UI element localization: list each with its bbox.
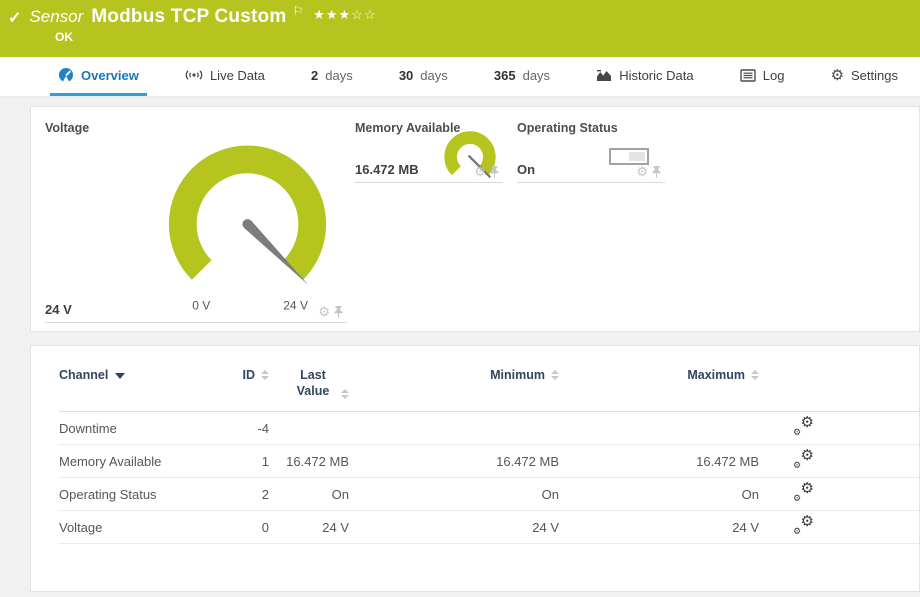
tab-overview-label: Overview: [81, 68, 139, 83]
tab-2-days-word: days: [325, 68, 352, 83]
tab-live-data[interactable]: Live Data: [177, 57, 273, 96]
object-kind-label: Sensor: [29, 7, 83, 27]
sort-icon: [261, 370, 269, 380]
cell-channel: Downtime: [59, 421, 229, 436]
tab-historic-data[interactable]: Historic Data: [588, 57, 701, 96]
pin-icon[interactable]: [652, 166, 661, 178]
voltage-scale-max-label: 24 V: [283, 298, 308, 312]
table-row-downtime[interactable]: Downtime -4 ⚙⚙: [59, 412, 919, 445]
cell-channel: Memory Available: [59, 454, 229, 469]
table-row-voltage[interactable]: Voltage 0 24 V 24 V 24 V ⚙⚙: [59, 511, 919, 544]
tab-2-days[interactable]: 2 days: [303, 57, 361, 96]
historic-chart-icon: [596, 68, 612, 82]
cell-minimum: 24 V: [349, 520, 559, 535]
tab-settings-label: Settings: [851, 68, 898, 83]
flag-icon[interactable]: ⚐: [292, 4, 303, 18]
sensor-status-text: OK: [55, 30, 910, 44]
channel-table: Channel ID Last Value Minimum Maximum Do…: [59, 368, 919, 544]
cell-maximum: On: [559, 487, 759, 502]
table-row-operating-status[interactable]: Operating Status 2 On On On ⚙⚙: [59, 478, 919, 511]
cell-minimum: 16.472 MB: [349, 454, 559, 469]
gauge-icon: [58, 67, 74, 83]
cell-last-value: 16.472 MB: [269, 454, 349, 469]
column-header-id[interactable]: ID: [229, 368, 269, 382]
sort-desc-icon: [115, 373, 125, 379]
status-check-icon: ✓: [8, 8, 21, 28]
sort-icon: [751, 370, 759, 380]
operating-panel-title: Operating Status: [517, 121, 665, 135]
voltage-gauge: 0 V 24 V: [155, 127, 340, 313]
log-icon: [740, 69, 756, 82]
operating-status-switch: [609, 148, 649, 165]
tab-365-days[interactable]: 365 days: [486, 57, 558, 96]
sensor-title: Modbus TCP Custom: [91, 6, 286, 28]
channel-settings-icon[interactable]: ⚙⚙: [793, 484, 814, 502]
channel-settings-icon[interactable]: ⚙⚙: [793, 418, 814, 436]
cell-id: 2: [229, 487, 269, 502]
voltage-current-value: 24 V: [45, 302, 72, 317]
channel-table-header-row: Channel ID Last Value Minimum Maximum: [59, 368, 919, 412]
gauge-panel-voltage: Voltage 0 V 24 V 24 V ⚙: [45, 117, 347, 323]
sensor-tab-bar: Overview Live Data 2 days 30 days 365 da…: [0, 57, 920, 97]
cell-id: 1: [229, 454, 269, 469]
memory-current-value: 16.472 MB: [355, 162, 419, 177]
cell-minimum: On: [349, 487, 559, 502]
channel-gear-icon[interactable]: ⚙: [636, 165, 648, 178]
sort-icon: [341, 389, 349, 399]
tab-live-data-label: Live Data: [210, 68, 265, 83]
voltage-scale-min-label: 0 V: [192, 298, 210, 312]
tab-settings[interactable]: ⚙ Settings: [823, 57, 906, 96]
tab-365-days-word: days: [523, 68, 550, 83]
gauge-panel-operating-status: Operating Status On ⚙: [517, 117, 665, 183]
channel-table-card: Channel ID Last Value Minimum Maximum Do…: [30, 345, 920, 592]
tab-30-days-word: days: [420, 68, 447, 83]
cell-maximum: 24 V: [559, 520, 759, 535]
column-header-last-value[interactable]: Last Value: [269, 368, 349, 399]
priority-stars[interactable]: ★★★☆☆: [313, 7, 376, 23]
tab-2-days-number: 2: [311, 68, 318, 83]
sensor-status-header: ✓ Sensor Modbus TCP Custom ⚐ ★★★☆☆ OK: [0, 0, 920, 57]
channel-gear-icon[interactable]: ⚙: [474, 165, 486, 178]
channel-gear-icon[interactable]: ⚙: [318, 305, 330, 318]
tab-log-label: Log: [763, 68, 785, 83]
memory-gauge: [439, 128, 501, 188]
operating-current-value: On: [517, 162, 535, 177]
pin-icon[interactable]: [490, 166, 499, 178]
tab-overview[interactable]: Overview: [50, 57, 147, 96]
switch-knob: [629, 152, 645, 161]
tab-historic-data-label: Historic Data: [619, 68, 693, 83]
tab-30-days[interactable]: 30 days: [391, 57, 456, 96]
cell-last-value: 24 V: [269, 520, 349, 535]
tab-365-days-number: 365: [494, 68, 516, 83]
channel-settings-icon[interactable]: ⚙⚙: [793, 517, 814, 535]
channel-settings-icon[interactable]: ⚙⚙: [793, 451, 814, 469]
cell-maximum: 16.472 MB: [559, 454, 759, 469]
sort-icon: [551, 370, 559, 380]
pin-icon[interactable]: [334, 306, 343, 318]
column-header-channel[interactable]: Channel: [59, 368, 229, 382]
column-header-minimum[interactable]: Minimum: [349, 368, 559, 382]
table-row-memory-available[interactable]: Memory Available 1 16.472 MB 16.472 MB 1…: [59, 445, 919, 478]
tab-30-days-number: 30: [399, 68, 413, 83]
cell-last-value: On: [269, 487, 349, 502]
cell-id: -4: [229, 421, 269, 436]
tab-log[interactable]: Log: [732, 57, 793, 96]
cell-channel: Operating Status: [59, 487, 229, 502]
live-data-icon: [185, 68, 203, 82]
column-header-maximum[interactable]: Maximum: [559, 368, 759, 382]
overview-gauges-card: Voltage 0 V 24 V 24 V ⚙ Memory Available…: [30, 106, 920, 332]
cell-id: 0: [229, 520, 269, 535]
gauge-panel-memory-available: Memory Available 16.472 MB ⚙: [355, 117, 503, 183]
cell-channel: Voltage: [59, 520, 229, 535]
settings-gear-icon: ⚙: [831, 68, 844, 83]
